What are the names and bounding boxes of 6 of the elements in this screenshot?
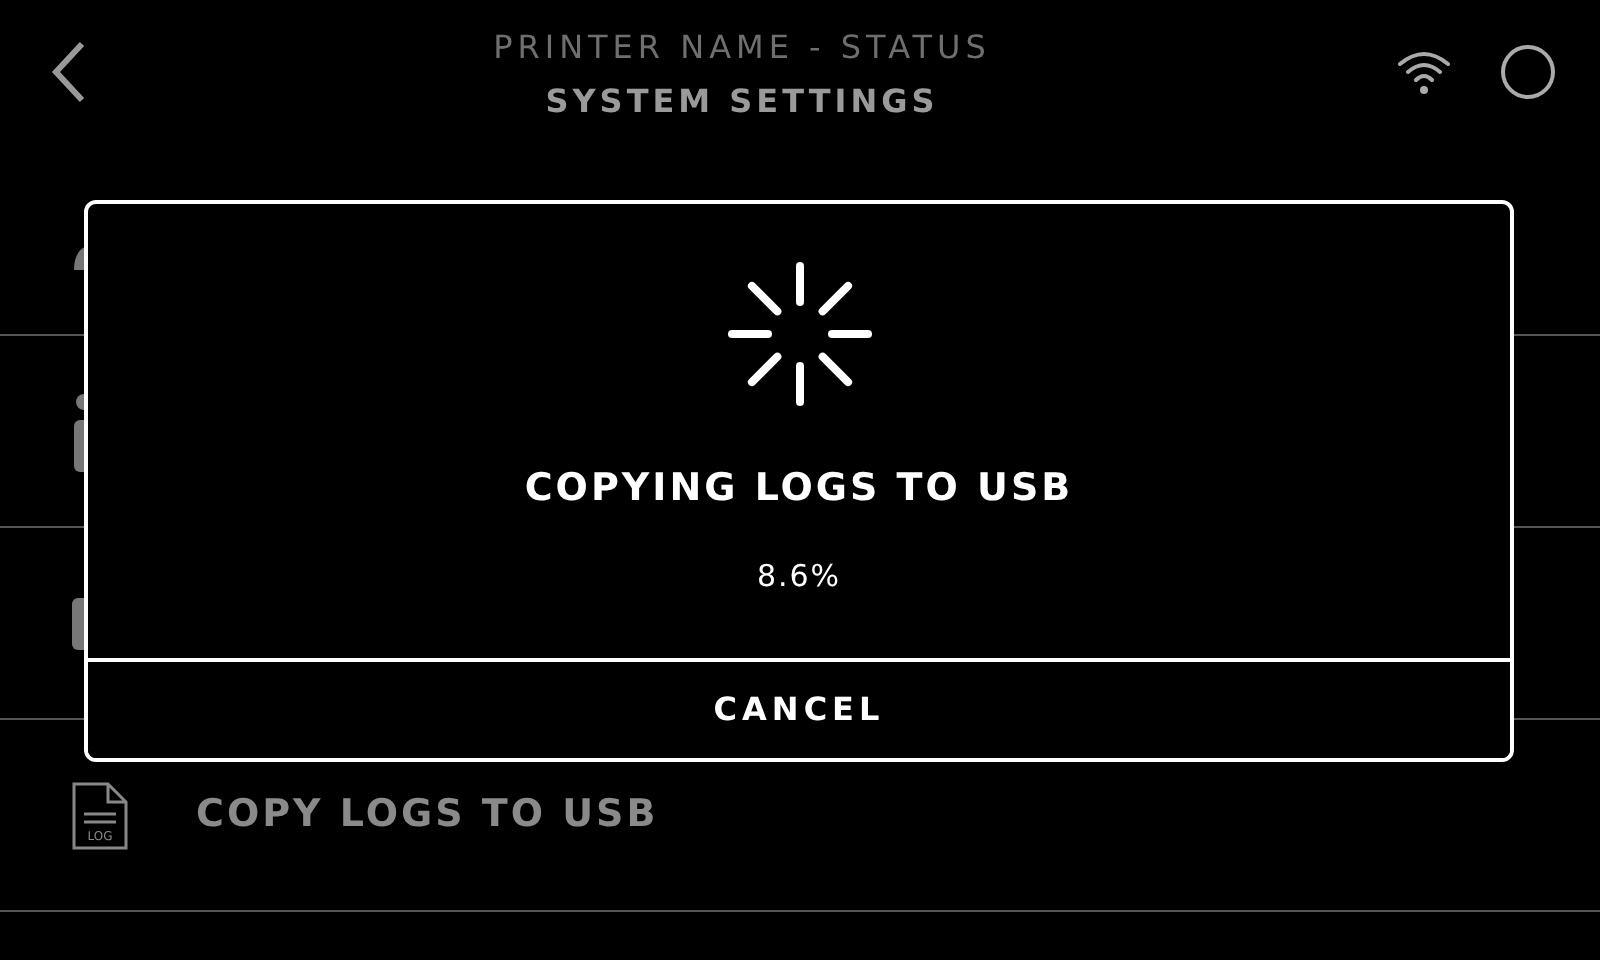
progress-percent: 8.6%: [756, 555, 842, 597]
cancel-button[interactable]: CANCEL: [88, 658, 1510, 758]
menu-item-label[interactable]: COPY LOGS TO USB: [196, 786, 659, 844]
dialog-title: COPYING LOGS TO USB: [524, 464, 1074, 514]
screen-title: SYSTEM SETTINGS: [545, 81, 939, 121]
printer-status-label: PRINTER NAME - STATUS: [493, 27, 991, 67]
